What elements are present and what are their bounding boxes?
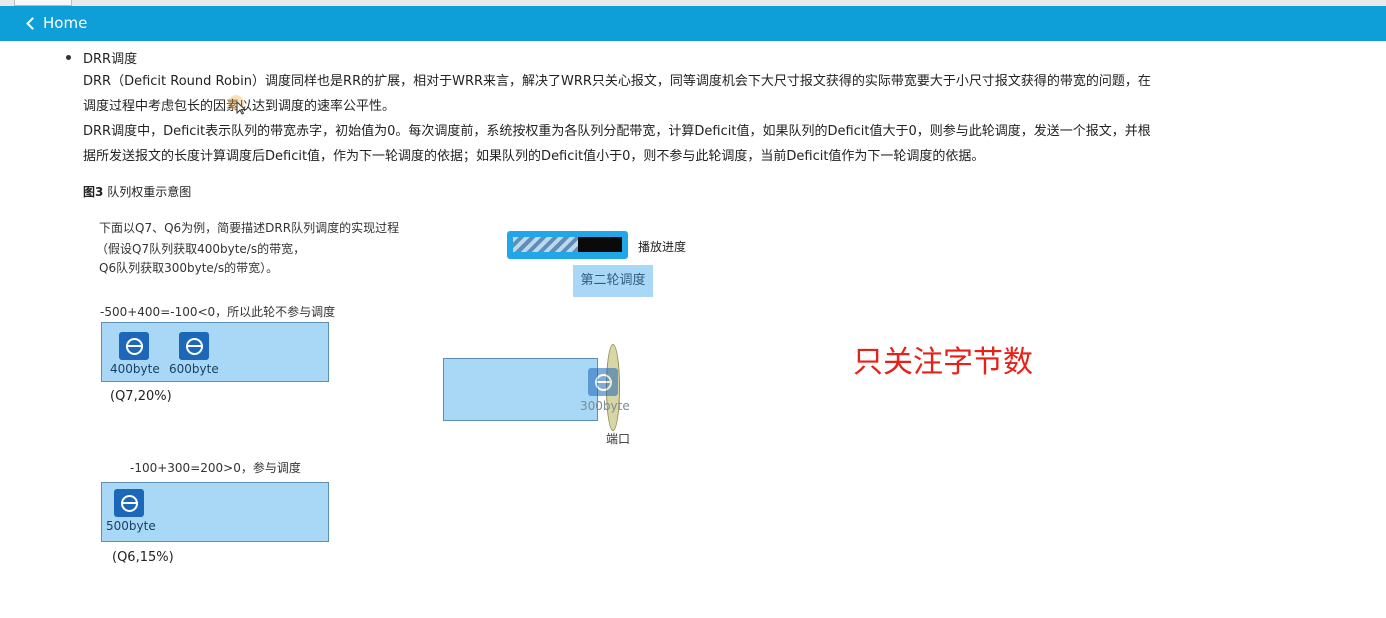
chevron-left-icon	[26, 17, 39, 30]
packet-icon	[588, 368, 618, 396]
paragraph-2-line-2: 据所发送报文的长度计算调度后Deficit值，作为下一轮调度的依据；如果队列的D…	[83, 149, 985, 164]
packet-icon	[114, 489, 144, 517]
paragraph-1-line-1: DRR（Deficit Round Robin）调度同样也是RR的扩展，相对于W…	[83, 74, 1151, 89]
q7-calculation: -500+400=-100<0，所以此轮不参与调度	[100, 305, 336, 319]
section-heading: DRR调度	[83, 52, 138, 67]
progress-label: 播放进度	[638, 240, 687, 254]
back-home-button[interactable]: Home	[26, 14, 88, 32]
bullet-dot	[66, 55, 71, 60]
top-nav-bar: Home	[0, 6, 1386, 41]
red-annotation: 只关注字节数	[853, 345, 1033, 380]
figure-title: 队列权重示意图	[107, 185, 192, 199]
q7-label: (Q7,20%)	[110, 389, 172, 404]
q6-queue-box: 500byte	[101, 482, 329, 542]
round-badge: 第二轮调度	[573, 265, 653, 297]
paragraph-2-line-1: DRR调度中，Deficit表示队列的带宽赤字，初始值为0。每次调度前，系统按权…	[83, 124, 1151, 139]
port-packet-size: 300byte	[580, 399, 630, 413]
playback-progress-bar[interactable]	[507, 231, 628, 259]
port-queue-box	[443, 358, 598, 421]
paragraph-1-line-2: 调度过程中考虑包长的因素以达到调度的速率公平性。	[83, 94, 1313, 119]
port-label: 端口	[606, 432, 631, 446]
intro-line-2: （假设Q7队列获取400byte/s的带宽，	[96, 242, 306, 256]
q6-label: (Q6,15%)	[112, 550, 174, 565]
back-home-label: Home	[43, 14, 88, 32]
q6-calculation: -100+300=200>0，参与调度	[130, 461, 301, 475]
packet-icon	[179, 332, 209, 360]
figure-caption: 图3 队列权重示意图	[83, 183, 191, 200]
q7-packet-2-size: 600byte	[169, 362, 219, 376]
q6-packet-1-size: 500byte	[106, 519, 156, 533]
progress-track	[513, 237, 622, 252]
packet-icon	[119, 332, 149, 360]
progress-fill	[513, 237, 579, 252]
intro-line-3: Q6队列获取300byte/s的带宽）。	[99, 261, 279, 275]
q7-queue-box: 400byte 600byte	[101, 322, 329, 382]
mouse-cursor-icon	[236, 101, 246, 115]
q7-packet-1-size: 400byte	[110, 362, 160, 376]
figure-number: 图3	[83, 185, 104, 199]
intro-line-1: 下面以Q7、Q6为例，简要描述DRR队列调度的实现过程	[99, 221, 400, 235]
